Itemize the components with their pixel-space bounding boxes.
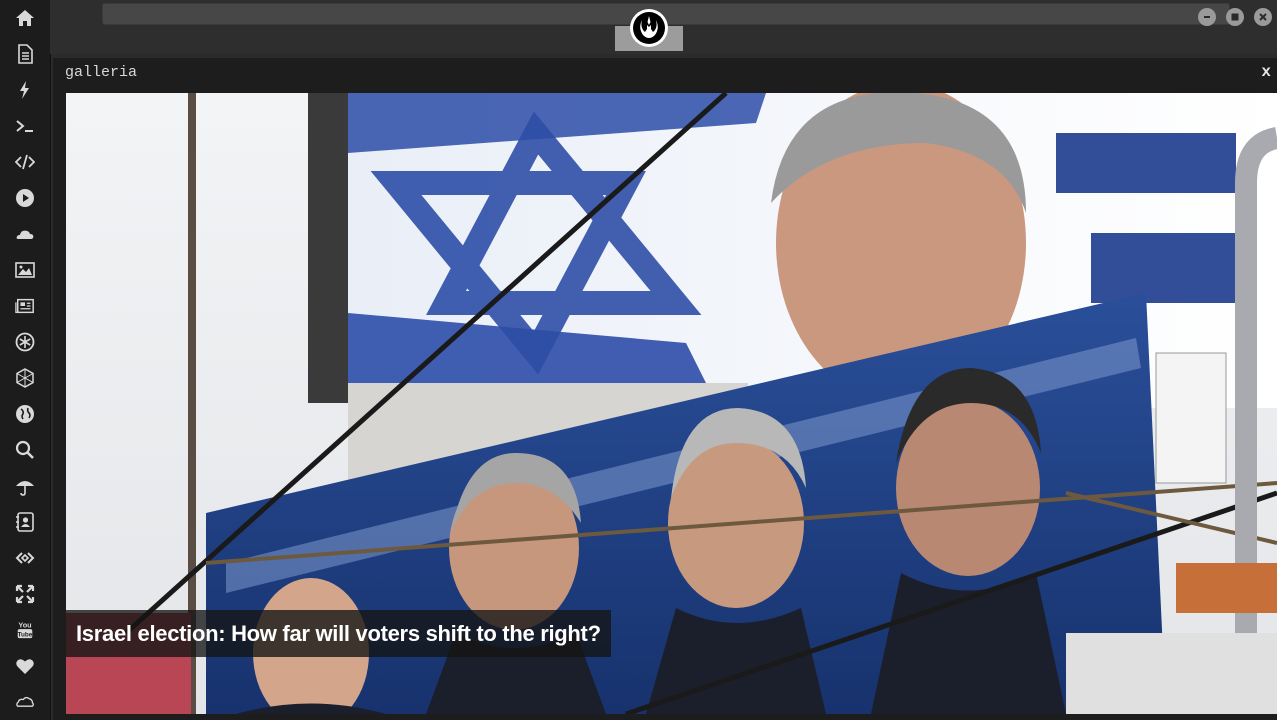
sidebar-item-document[interactable] — [0, 36, 50, 72]
heart-icon — [16, 659, 34, 674]
sidebar-item-globe[interactable] — [0, 396, 50, 432]
newspaper-icon — [15, 298, 34, 314]
sidebar-item-terminal[interactable] — [0, 108, 50, 144]
sidebar-item-image[interactable] — [0, 252, 50, 288]
sidebar-item-contact[interactable] — [0, 504, 50, 540]
sidebar-item-link[interactable] — [0, 540, 50, 576]
cloud-icon — [16, 230, 34, 239]
panel-close-button[interactable]: x — [1261, 63, 1271, 81]
play-icon — [16, 189, 34, 207]
sidebar-item-cloud-outline[interactable] — [0, 684, 50, 720]
sidebar-item-code[interactable] — [0, 144, 50, 180]
cloud-outline-icon — [16, 696, 34, 707]
globe-icon — [16, 405, 34, 423]
sidebar-item-heart[interactable] — [0, 648, 50, 684]
gallery-panel: galleria x Israel election: How far will… — [53, 58, 1277, 720]
sidebar: You Tube — [0, 0, 51, 720]
expand-icon — [15, 584, 35, 604]
contact-card-icon — [16, 512, 34, 532]
sidebar-item-play[interactable] — [0, 180, 50, 216]
lightning-icon — [20, 81, 29, 99]
maximize-icon — [1231, 13, 1239, 21]
umbrella-icon — [16, 481, 34, 496]
gallery-image[interactable]: Israel election: How far will voters shi… — [66, 93, 1277, 714]
document-icon — [18, 44, 33, 64]
svg-text:You: You — [18, 620, 31, 629]
svg-text:Tube: Tube — [18, 631, 33, 638]
image-icon — [15, 262, 35, 278]
sidebar-item-aperture[interactable] — [0, 324, 50, 360]
search-icon — [15, 440, 34, 459]
home-icon — [16, 10, 34, 26]
sidebar-item-hexagon[interactable] — [0, 360, 50, 396]
code-icon — [15, 154, 35, 170]
rebel-alliance-icon — [633, 12, 665, 44]
sidebar-item-newspaper[interactable] — [0, 288, 50, 324]
sidebar-item-cloud[interactable] — [0, 216, 50, 252]
panel-title: galleria — [65, 64, 138, 81]
sidebar-item-home[interactable] — [0, 0, 50, 36]
sidebar-item-umbrella[interactable] — [0, 468, 50, 504]
sidebar-item-expand[interactable] — [0, 576, 50, 612]
minimize-icon — [1204, 16, 1210, 18]
youtube-icon: You Tube — [18, 620, 33, 638]
terminal-icon — [16, 120, 33, 132]
sidebar-item-lightning[interactable] — [0, 72, 50, 108]
image-caption: Israel election: How far will voters shi… — [66, 610, 611, 657]
close-button[interactable] — [1254, 8, 1272, 26]
maximize-button[interactable] — [1226, 8, 1244, 26]
link-icon — [15, 552, 35, 564]
hexagon-icon — [16, 368, 34, 388]
minimize-button[interactable] — [1198, 8, 1216, 26]
sidebar-item-youtube[interactable]: You Tube — [0, 612, 50, 648]
logo-button[interactable] — [630, 9, 668, 47]
close-icon — [1259, 13, 1267, 21]
aperture-icon — [15, 332, 35, 352]
sidebar-item-search[interactable] — [0, 432, 50, 468]
